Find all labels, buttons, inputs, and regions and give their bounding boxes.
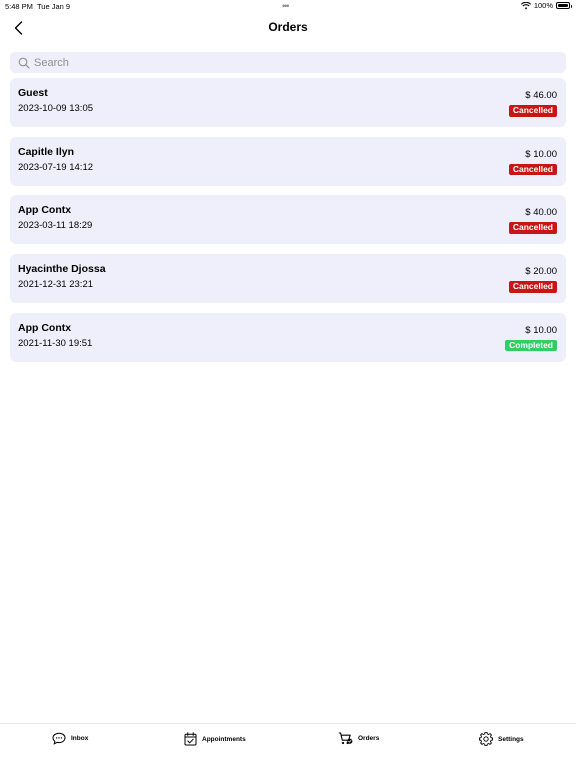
tab-appointments[interactable]: Appointments <box>184 732 246 746</box>
order-card[interactable]: Guest 2023-10-09 13:05 $ 46.00 Cancelled <box>10 78 566 127</box>
search-bar[interactable] <box>10 52 566 73</box>
order-status-badge: Completed <box>505 339 557 352</box>
gear-icon <box>479 732 493 746</box>
tab-orders[interactable]: Orders <box>338 732 379 745</box>
nav-bar: Orders <box>0 14 576 42</box>
order-customer-name: Capitle Ilyn <box>18 145 75 158</box>
tab-inbox[interactable]: Inbox <box>52 732 88 745</box>
status-bar: 5:48 PM Tue Jan 9 ••• 100% <box>0 0 576 12</box>
chat-bubble-icon <box>52 732 66 745</box>
order-date: 2021-11-30 19:51 <box>18 337 93 349</box>
order-card[interactable]: Hyacinthe Djossa 2021-12-31 23:21 $ 20.0… <box>10 254 566 304</box>
tab-label: Orders <box>358 735 380 742</box>
order-amount: $ 10.00 <box>525 148 557 160</box>
cart-check-icon <box>338 732 353 745</box>
calendar-check-icon <box>184 732 197 746</box>
order-status-badge: Cancelled <box>508 281 557 293</box>
battery-icon <box>556 2 572 9</box>
status-right: 100% <box>520 1 572 10</box>
order-amount: $ 10.00 <box>525 324 557 336</box>
tab-label: Appointments <box>202 735 246 743</box>
order-amount: $ 20.00 <box>525 266 557 278</box>
multitasking-dots[interactable]: ••• <box>282 1 290 11</box>
search-input[interactable] <box>34 56 566 69</box>
tab-bar: Inbox Appointments Orders Settings <box>0 723 576 768</box>
order-customer-name: Guest <box>18 87 48 99</box>
status-date: Tue Jan 9 <box>37 2 71 11</box>
status-time: 5:48 PM <box>5 2 33 11</box>
tab-label: Inbox <box>71 735 89 742</box>
order-status-badge: Cancelled <box>508 222 557 234</box>
order-card[interactable]: App Contx 2021-11-30 19:51 $ 10.00 Compl… <box>10 312 566 362</box>
order-date: 2023-07-19 14:12 <box>18 161 94 173</box>
order-date: 2023-03-11 18:29 <box>18 220 93 232</box>
order-status-badge: Cancelled <box>508 105 557 117</box>
order-date: 2023-10-09 13:05 <box>18 103 94 114</box>
tab-label: Settings <box>498 735 524 743</box>
page-title: Orders <box>268 20 308 34</box>
battery-percent: 100% <box>533 1 553 10</box>
order-amount: $ 46.00 <box>525 90 557 101</box>
order-amount: $ 40.00 <box>525 207 557 219</box>
orders-list: Guest 2023-10-09 13:05 $ 46.00 Cancelled… <box>10 78 566 371</box>
order-status-badge: Cancelled <box>508 163 557 176</box>
order-date: 2021-12-31 23:21 <box>18 279 94 291</box>
orders-screen: 5:48 PM Tue Jan 9 ••• 100% Orders Search… <box>0 0 576 768</box>
order-customer-name: App Contx <box>18 204 72 217</box>
order-customer-name: App Contx <box>18 321 72 334</box>
order-card[interactable]: App Contx 2023-03-11 18:29 $ 40.00 Cance… <box>10 195 566 245</box>
tab-settings[interactable]: Settings <box>479 732 524 746</box>
order-card[interactable]: Capitle Ilyn 2023-07-19 14:12 $ 10.00 Ca… <box>10 136 566 186</box>
wifi-icon <box>520 1 531 9</box>
search-icon <box>18 57 30 69</box>
order-customer-name: Hyacinthe Djossa <box>18 263 106 276</box>
